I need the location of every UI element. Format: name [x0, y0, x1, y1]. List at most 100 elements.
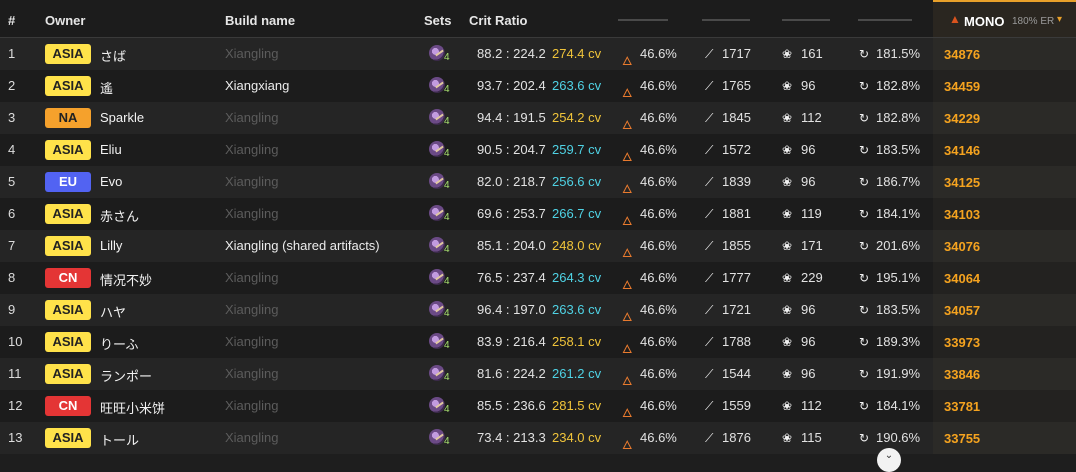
- table-row[interactable]: 11 ASIA ランポー Xiangling 4 81.6 : 224.2 261.2 cv…: [0, 358, 1076, 390]
- table-row[interactable]: 9 ASIA ハヤ Xiangling 4 96.4 : 197.0 263.6 cv 🜂 46…: [0, 294, 1076, 326]
- header-sets[interactable]: Sets: [424, 13, 451, 28]
- owner-link[interactable]: ランポー: [100, 366, 152, 385]
- pyro-icon: 🜂: [622, 118, 633, 132]
- em-cell: 96: [801, 142, 816, 157]
- region-badge: ASIA: [45, 300, 91, 320]
- artifact-set-icon[interactable]: 4: [428, 300, 450, 320]
- atk-cell: 1881: [722, 206, 751, 221]
- energy-recharge-icon: ↻: [859, 367, 870, 381]
- artifact-set-icon[interactable]: 4: [428, 396, 450, 416]
- em-cell: 96: [801, 302, 816, 317]
- atk-cell: 1839: [722, 174, 751, 189]
- sword-icon: ⟋: [705, 239, 714, 253]
- table-row[interactable]: 8 CN 情况不妙 Xiangling 4 76.5 : 237.4 264.3 cv 🜂 46…: [0, 262, 1076, 294]
- crit-value-cell: 256.6 cv: [552, 174, 602, 189]
- rank-cell: 6: [8, 206, 16, 221]
- header-pyro-bar[interactable]: [618, 19, 668, 21]
- header-build-name[interactable]: Build name: [225, 13, 295, 28]
- rank-cell: 4: [8, 142, 16, 157]
- sword-icon: ⟋: [705, 79, 714, 93]
- owner-link[interactable]: トール: [100, 430, 139, 449]
- header-rank[interactable]: #: [8, 13, 15, 28]
- owner-link[interactable]: Evo: [100, 174, 122, 189]
- owner-link[interactable]: ハヤ: [100, 302, 126, 321]
- elemental-mastery-icon: ❀: [782, 47, 793, 61]
- artifact-set-icon[interactable]: 4: [428, 140, 450, 160]
- region-badge: ASIA: [45, 332, 91, 352]
- rank-cell: 13: [8, 430, 23, 445]
- owner-link[interactable]: 赤さん: [100, 206, 139, 225]
- artifact-set-icon[interactable]: 4: [428, 428, 450, 448]
- sword-icon: ⟋: [705, 271, 714, 285]
- owner-link[interactable]: 遙: [100, 78, 113, 97]
- artifact-set-icon[interactable]: 4: [428, 44, 450, 64]
- em-cell: 96: [801, 78, 816, 93]
- owner-link[interactable]: Eliu: [100, 142, 122, 157]
- table-row[interactable]: 12 CN 旺旺小米饼 Xiangling 4 85.5 : 236.6 281.5 cv 🜂…: [0, 390, 1076, 422]
- region-badge: ASIA: [45, 364, 91, 384]
- er-cell: 183.5%: [876, 302, 921, 317]
- owner-link[interactable]: Lilly: [100, 238, 122, 253]
- crit-value-cell: 261.2 cv: [552, 366, 602, 381]
- artifact-set-icon[interactable]: 4: [428, 76, 450, 96]
- artifact-set-icon[interactable]: 4: [428, 332, 450, 352]
- header-crit-ratio[interactable]: Crit Ratio: [469, 13, 528, 28]
- artifact-set-icon[interactable]: 4: [428, 236, 450, 256]
- set-count: 4: [444, 372, 450, 383]
- table-row[interactable]: 5 EU Evo Xiangling 4 82.0 : 218.7 256.6 cv 🜂 46.…: [0, 166, 1076, 198]
- crit-ratio-cell: 90.5 : 204.7: [477, 142, 546, 157]
- table-row[interactable]: 13 ASIA トール Xiangling 4 73.4 : 213.3 234.0 cv 🜂…: [0, 422, 1076, 454]
- set-count: 4: [444, 180, 450, 191]
- owner-link[interactable]: さば: [100, 46, 126, 65]
- er-cell: 183.5%: [876, 142, 921, 157]
- owner-link[interactable]: Sparkle: [100, 110, 144, 125]
- artifact-set-icon[interactable]: 4: [428, 172, 450, 192]
- build-name-cell: Xiangling: [225, 430, 279, 445]
- table-row[interactable]: 10 ASIA りーふ Xiangling 4 83.9 : 216.4 258.1 cv 🜂…: [0, 326, 1076, 358]
- pyro-bonus-cell: 46.6%: [640, 366, 677, 381]
- table-row[interactable]: 7 ASIA Lilly Xiangling (shared artifacts) 4 8…: [0, 230, 1076, 262]
- table-row[interactable]: 2 ASIA 遙 Xiangxiang 4 93.7 : 202.4 263.6 cv 🜂 46…: [0, 70, 1076, 102]
- sword-icon: ⟋: [705, 303, 714, 317]
- crit-ratio-cell: 81.6 : 224.2: [477, 366, 546, 381]
- artifact-set-icon[interactable]: 4: [428, 108, 450, 128]
- header-owner[interactable]: Owner: [45, 13, 85, 28]
- crit-value-cell: 264.3 cv: [552, 270, 602, 285]
- artifact-set-icon[interactable]: 4: [428, 268, 450, 288]
- header-er-bar[interactable]: [858, 19, 912, 21]
- artifact-set-icon[interactable]: 4: [428, 204, 450, 224]
- build-name-cell: Xiangling: [225, 366, 279, 381]
- crit-value-cell: 234.0 cv: [552, 430, 602, 445]
- header-mono-sort[interactable]: ▲ MONO 180% ER ▾: [933, 0, 1076, 37]
- header-atk-bar[interactable]: [702, 19, 750, 21]
- build-name-cell: Xiangling: [225, 174, 279, 189]
- table-header: # Owner Build name Sets Crit Ratio ▲ MON…: [0, 0, 1076, 38]
- energy-recharge-icon: ↻: [859, 79, 870, 93]
- header-em-bar[interactable]: [782, 19, 830, 21]
- pyro-bonus-cell: 46.6%: [640, 334, 677, 349]
- elemental-mastery-icon: ❀: [782, 367, 793, 381]
- crit-ratio-cell: 82.0 : 218.7: [477, 174, 546, 189]
- energy-recharge-icon: ↻: [859, 111, 870, 125]
- em-cell: 161: [801, 46, 823, 61]
- artifact-set-icon[interactable]: 4: [428, 364, 450, 384]
- mono-score: 33755: [944, 431, 981, 446]
- atk-cell: 1855: [722, 238, 751, 253]
- owner-link[interactable]: 情况不妙: [100, 270, 152, 289]
- scroll-down-button[interactable]: ⌄: [877, 448, 901, 472]
- atk-cell: 1788: [722, 334, 751, 349]
- build-name-cell: Xiangling: [225, 142, 279, 157]
- elemental-mastery-icon: ❀: [782, 431, 793, 445]
- er-cell: 184.1%: [876, 206, 921, 221]
- table-row[interactable]: 4 ASIA Eliu Xiangling 4 90.5 : 204.7 259.7 cv 🜂…: [0, 134, 1076, 166]
- mono-score-cell: 34229: [933, 102, 1076, 134]
- table-row[interactable]: 3 NA Sparkle Xiangling 4 94.4 : 191.5 254.2 cv…: [0, 102, 1076, 134]
- mono-score: 34459: [944, 79, 981, 94]
- sword-icon: ⟋: [705, 175, 714, 189]
- mono-score: 33846: [944, 367, 981, 382]
- owner-link[interactable]: りーふ: [100, 334, 138, 353]
- table-row[interactable]: 1 ASIA さば Xiangling 4 88.2 : 224.2 274.4 cv 🜂 46…: [0, 38, 1076, 70]
- pyro-bonus-cell: 46.6%: [640, 110, 677, 125]
- table-row[interactable]: 6 ASIA 赤さん Xiangling 4 69.6 : 253.7 266.7 cv 🜂 4…: [0, 198, 1076, 230]
- owner-link[interactable]: 旺旺小米饼: [100, 398, 165, 417]
